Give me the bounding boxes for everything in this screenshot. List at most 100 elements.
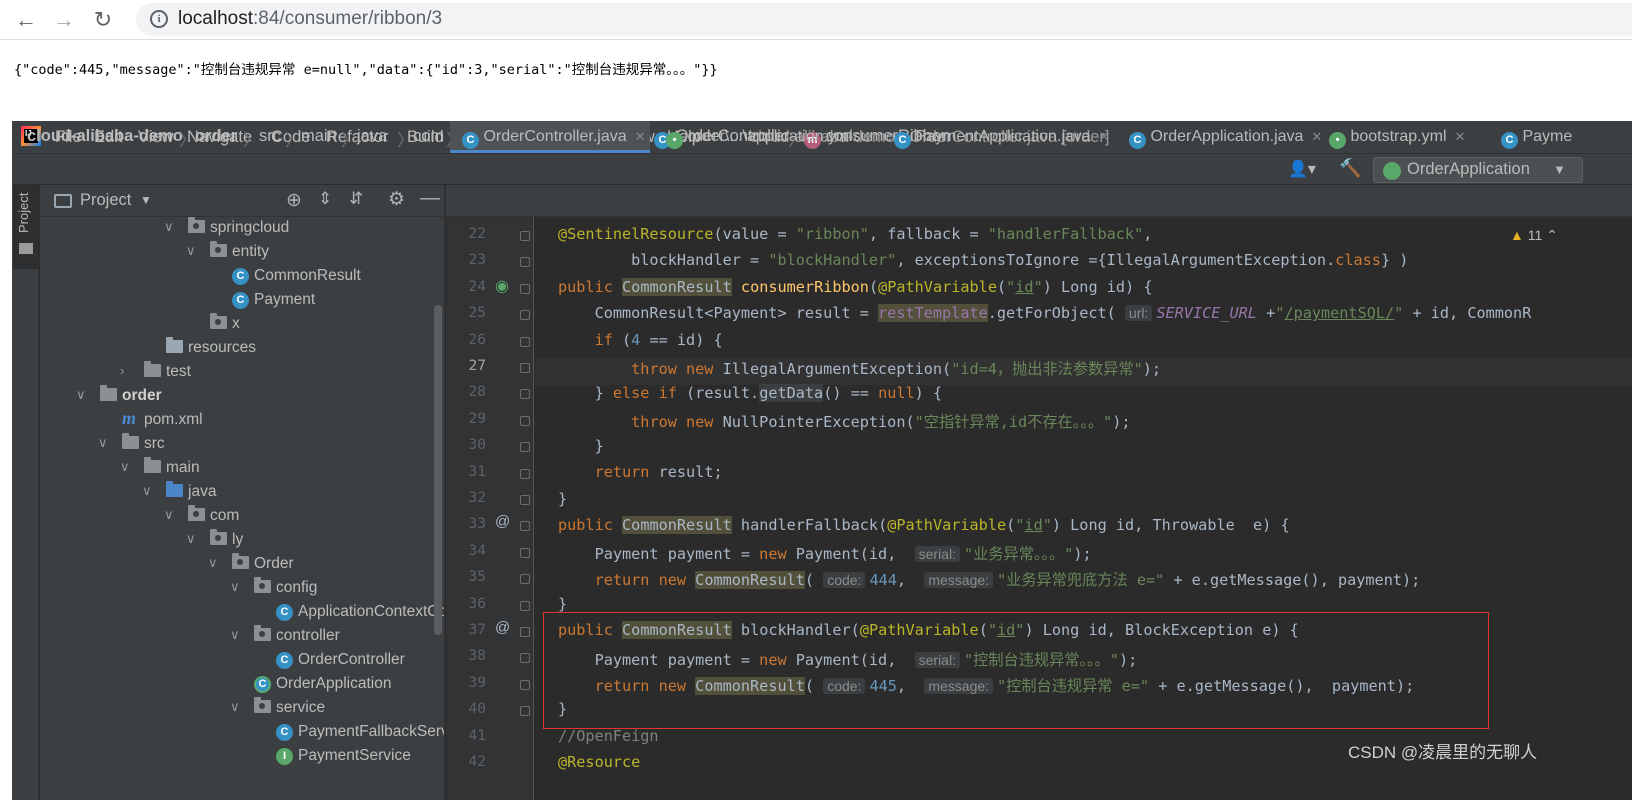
annotation-gutter-icon[interactable]: @ — [495, 513, 510, 530]
tree-node[interactable]: ∨ config — [40, 577, 444, 601]
back-button[interactable]: ← — [10, 4, 42, 36]
user-icon[interactable]: 👤▾ — [1288, 159, 1316, 179]
expand-all-icon[interactable]: ⇕ — [318, 189, 332, 209]
tree-node[interactable]: ∨ src — [40, 433, 444, 457]
editor-tab[interactable]: C OrderApplication.java ✕ — [1117, 121, 1322, 153]
code-line[interactable]: return new CommonResult( code: 444, messa… — [558, 568, 1420, 590]
fold-marker-icon[interactable] — [520, 495, 530, 505]
code-line[interactable]: throw new NullPointerException("空指针异常,id… — [558, 410, 1130, 432]
tree-node[interactable]: C OrderApplication — [40, 673, 444, 697]
tree-node[interactable]: ∨ controller — [40, 625, 444, 649]
tree-node[interactable]: ∨ main — [40, 457, 444, 481]
tree-node[interactable]: › test — [40, 361, 444, 385]
tree-node[interactable]: ∨ entity — [40, 241, 444, 265]
code-line[interactable]: Payment payment = new Payment(id, serial… — [558, 542, 1092, 564]
chevron-down-icon[interactable]: ∨ — [186, 531, 196, 547]
annotation-gutter-icon[interactable]: @ — [495, 619, 510, 636]
tree-node[interactable]: ∨ java — [40, 481, 444, 505]
chevron-down-icon[interactable]: ∨ — [164, 219, 174, 235]
chevron-down-icon[interactable]: ∨ — [164, 507, 174, 523]
tree-node[interactable]: ∨ Order — [40, 553, 444, 577]
code-line[interactable]: } — [558, 437, 604, 455]
tree-node[interactable]: C PaymentFallbackServic — [40, 721, 444, 745]
tree-node[interactable]: I PaymentService — [40, 745, 444, 769]
tree-node[interactable]: x — [40, 313, 444, 337]
code-line[interactable]: } — [558, 490, 567, 508]
close-icon[interactable]: ✕ — [861, 129, 872, 144]
fold-marker-icon[interactable] — [520, 574, 530, 585]
code-line[interactable]: } — [558, 595, 567, 613]
breadcrumb-item[interactable]: src — [259, 127, 281, 146]
chevron-down-icon[interactable]: ∨ — [120, 459, 130, 475]
code-line[interactable]: throw new IllegalArgumentException("id=4… — [558, 357, 1161, 379]
breadcrumb-item[interactable]: main — [301, 127, 337, 146]
breadcrumb-item[interactable]: cloud-alibaba-demo — [27, 127, 183, 146]
code-line[interactable]: blockHandler = "blockHandler", exception… — [558, 251, 1408, 269]
fold-marker-icon[interactable] — [520, 653, 530, 664]
editor-tab[interactable]: • order\...\application.yml ✕ — [654, 121, 878, 153]
code-line[interactable]: @Resource — [558, 753, 640, 771]
collapse-all-icon[interactable]: ⇵ — [349, 189, 363, 209]
code-line[interactable]: public CommonResult consumerRibbon(@Path… — [558, 278, 1152, 296]
close-icon[interactable]: ✕ — [1455, 129, 1466, 144]
fold-marker-icon[interactable] — [520, 547, 530, 558]
project-scrollbar[interactable] — [434, 305, 442, 635]
code-line[interactable]: } else if (result.getData() == null) { — [558, 384, 942, 402]
editor-tab[interactable]: C PaymentApplication.java ✕ — [882, 121, 1113, 153]
tree-node[interactable]: ∨ order — [40, 385, 444, 409]
fold-marker-icon[interactable] — [520, 679, 530, 690]
fold-marker-icon[interactable] — [520, 521, 530, 532]
fold-marker-icon[interactable] — [520, 283, 530, 294]
fold-marker-icon[interactable] — [520, 415, 530, 426]
locate-icon[interactable]: ⊕ — [286, 189, 302, 212]
fold-marker-icon[interactable] — [520, 442, 530, 453]
chevron-down-icon[interactable]: ∨ — [186, 243, 196, 259]
fold-marker-icon[interactable] — [520, 468, 530, 479]
fold-marker-icon[interactable] — [520, 363, 530, 373]
fold-marker-icon[interactable] — [520, 600, 530, 611]
code-line[interactable]: public CommonResult handlerFallback(@Pat… — [558, 516, 1290, 534]
hide-panel-icon[interactable]: — — [420, 187, 440, 210]
chevron-down-icon[interactable]: ∨ — [230, 699, 240, 715]
tree-node[interactable]: C OrderController — [40, 649, 444, 673]
gear-icon[interactable]: ⚙ — [388, 188, 405, 211]
breadcrumb-item[interactable]: order — [195, 127, 237, 146]
warning-indicator[interactable]: ▲ 11 ⌃ — [1510, 227, 1558, 244]
info-icon[interactable]: i — [150, 10, 168, 28]
code-line[interactable]: @SentinelResource(value = "ribbon", fall… — [558, 225, 1152, 243]
tree-node[interactable]: C CommonResult — [40, 265, 444, 289]
bean-gutter-icon[interactable]: ◉ — [495, 276, 509, 296]
chevron-down-icon[interactable]: ∨ — [76, 387, 86, 403]
tree-node[interactable]: resources — [40, 337, 444, 361]
tree-node[interactable]: m pom.xml — [40, 408, 444, 433]
tree-node[interactable]: C Payment — [40, 289, 444, 313]
editor-tab[interactable]: • bootstrap.yml ✕ — [1317, 121, 1485, 153]
fold-marker-icon[interactable] — [520, 627, 530, 637]
fold-marker-icon[interactable] — [520, 706, 530, 717]
code-line[interactable]: return result; — [558, 463, 723, 481]
build-hammer-icon[interactable]: 🔨 — [1339, 158, 1361, 179]
chevron-down-icon[interactable]: ∨ — [230, 627, 240, 643]
code-line[interactable]: if (4 == id) { — [558, 331, 723, 349]
tree-node[interactable]: ∨ springcloud — [40, 217, 444, 241]
chevron-down-icon[interactable]: ∨ — [142, 483, 152, 499]
tree-node[interactable]: ∨ com — [40, 505, 444, 529]
tree-node[interactable]: ∨ ly — [40, 529, 444, 553]
fold-marker-icon[interactable] — [520, 231, 530, 241]
reload-button[interactable]: ↻ — [87, 4, 119, 36]
breadcrumb-item[interactable]: com — [413, 127, 444, 146]
fold-marker-icon[interactable] — [520, 257, 530, 268]
fold-marker-icon[interactable] — [520, 336, 530, 347]
url-text[interactable]: localhost:84/consumer/ribbon/3 — [178, 8, 442, 30]
close-icon[interactable]: ✕ — [635, 129, 646, 144]
chevron-right-icon[interactable]: › — [120, 363, 124, 378]
chevron-down-icon[interactable]: ▼ — [1553, 162, 1566, 177]
editor-tab[interactable]: C Payme — [1489, 121, 1632, 153]
chevron-down-icon[interactable]: ∨ — [230, 579, 240, 595]
fold-marker-icon[interactable] — [520, 389, 530, 400]
chevron-down-icon[interactable]: ∨ — [208, 555, 218, 571]
fold-marker-icon[interactable] — [520, 310, 530, 321]
close-icon[interactable]: ✕ — [1099, 129, 1110, 144]
tree-node[interactable]: C ApplicationContextCo — [40, 601, 444, 625]
project-panel-title[interactable]: Project — [80, 191, 131, 210]
